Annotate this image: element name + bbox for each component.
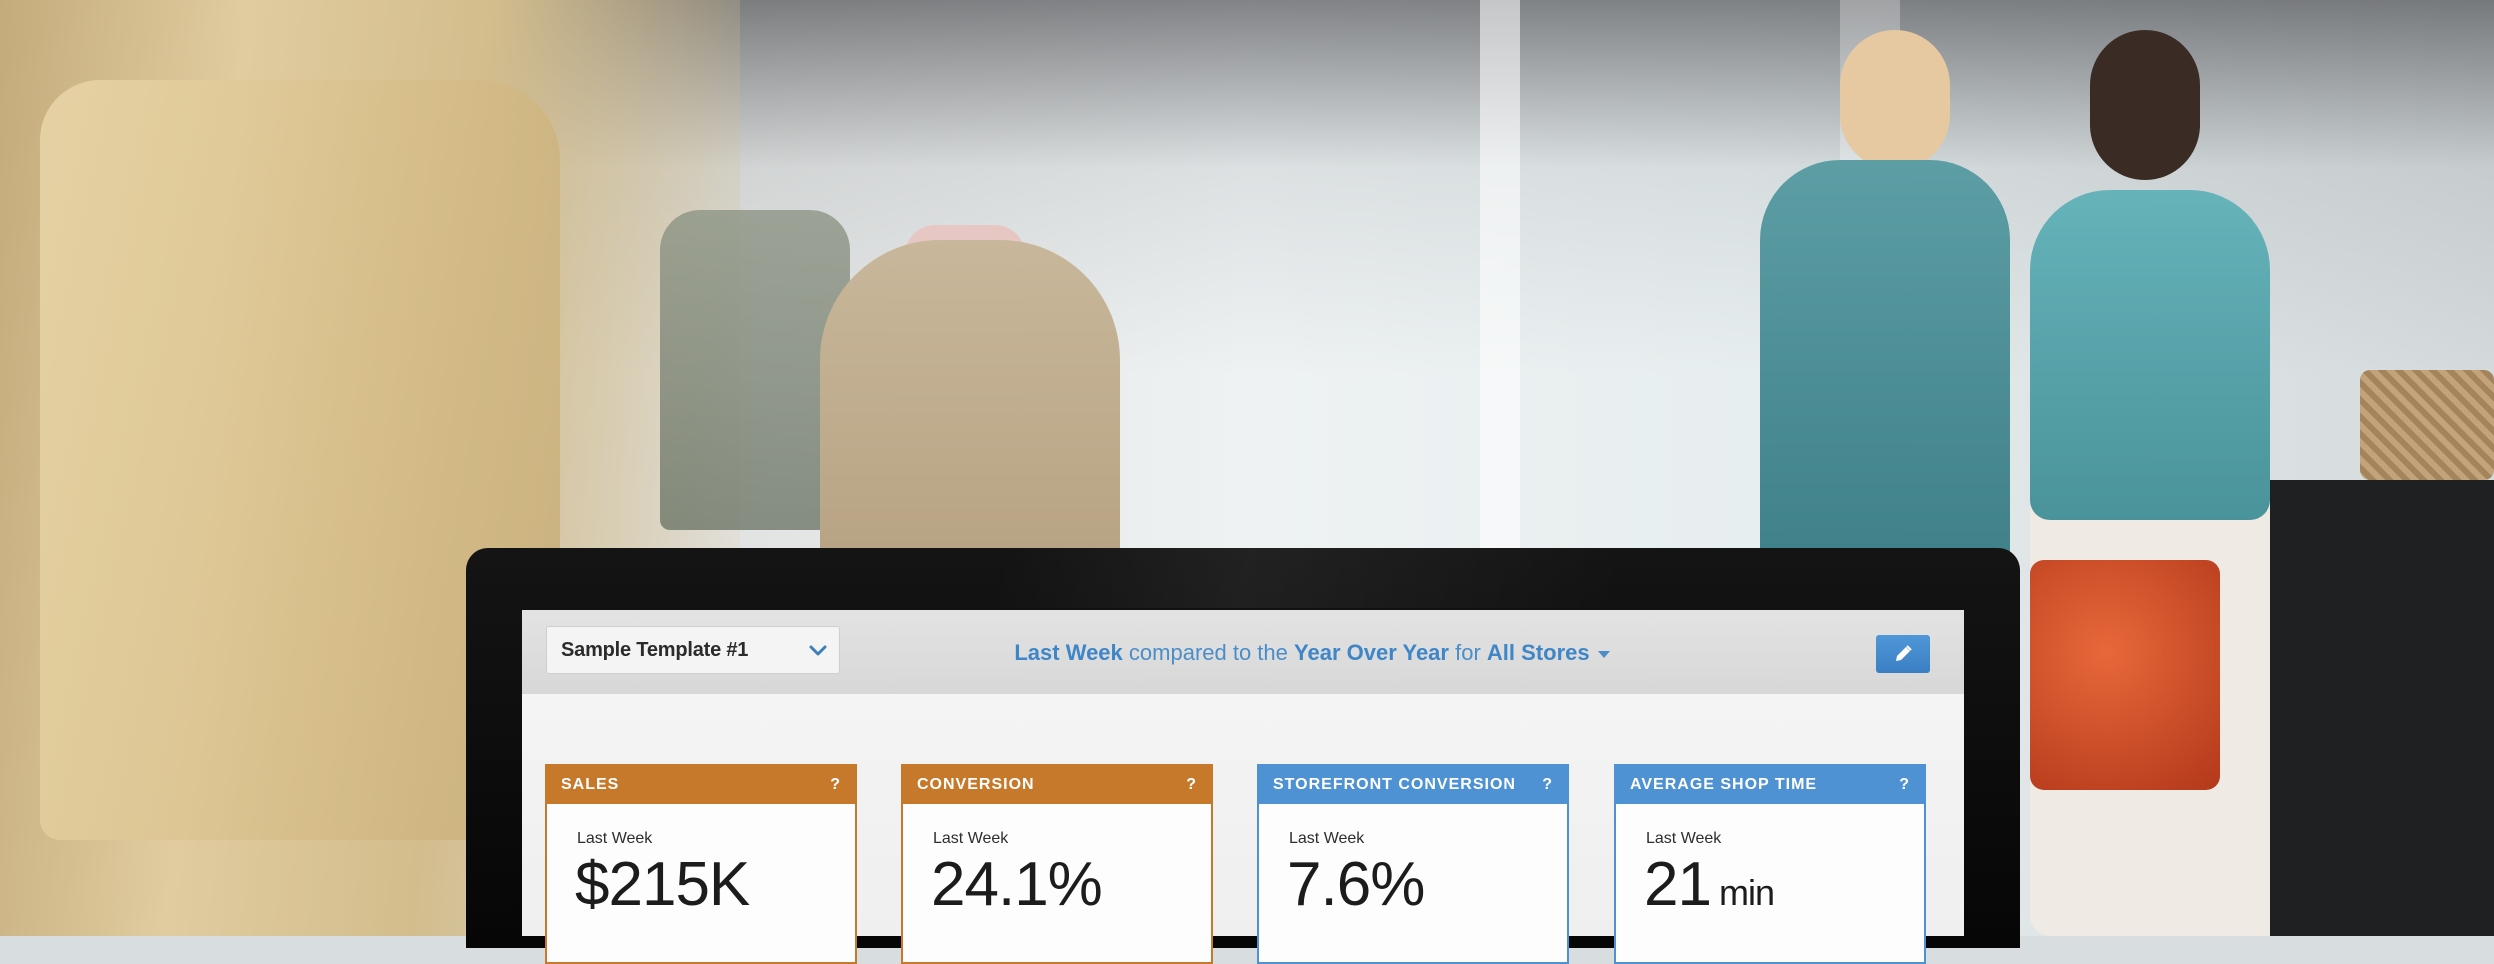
pencil-icon [1896, 645, 1912, 661]
period-text: for [1455, 640, 1481, 665]
period-text: compared to the [1128, 640, 1288, 665]
kpi-card-storefront-conversion[interactable]: STOREFRONT CONVERSION ? Last Week 7.6% [1257, 764, 1569, 964]
card-title: CONVERSION [917, 776, 1035, 793]
shopper-head [1840, 30, 1950, 170]
basket [2360, 370, 2494, 480]
card-title: AVERAGE SHOP TIME [1630, 776, 1818, 793]
shopping-bag [2030, 560, 2220, 790]
kpi-card-average-shop-time[interactable]: AVERAGE SHOP TIME ? Last Week 21 min [1614, 764, 1926, 964]
kpi-card-conversion[interactable]: CONVERSION ? Last Week 24.1% [901, 764, 1213, 964]
card-period: Last Week [577, 830, 653, 847]
card-value: 21 min [1644, 850, 1775, 919]
template-select-label: Sample Template #1 [561, 638, 749, 661]
template-select[interactable]: Sample Template #1 [546, 626, 840, 674]
dashboard-toolbar: Sample Template #1 Last Week compared to… [522, 610, 1964, 695]
kpi-card-sales[interactable]: SALES ? Last Week $215K [545, 764, 857, 964]
edit-button[interactable] [1876, 635, 1930, 673]
bezel-reflection [1000, 548, 1620, 608]
help-icon[interactable]: ? [1186, 776, 1197, 794]
card-value: 7.6% [1287, 850, 1425, 919]
mannequin [820, 240, 1120, 600]
shopper [1760, 160, 2010, 580]
help-icon[interactable]: ? [1899, 776, 1910, 794]
comparison-type[interactable]: Year Over Year [1294, 640, 1449, 665]
store-scope[interactable]: All Stores [1487, 640, 1590, 665]
help-icon[interactable]: ? [830, 776, 841, 794]
card-title: STOREFRONT CONVERSION [1273, 776, 1516, 793]
period-comparison-selector[interactable]: Last Week compared to the Year Over Year… [972, 640, 1652, 666]
period-range[interactable]: Last Week [1014, 640, 1122, 665]
card-value: 24.1% [931, 850, 1103, 919]
chevron-down-icon [807, 639, 829, 661]
caret-down-icon[interactable] [1597, 650, 1610, 658]
card-title: SALES [561, 776, 620, 793]
help-icon[interactable]: ? [1542, 776, 1553, 794]
card-period: Last Week [1289, 830, 1365, 847]
shopper-head [2090, 30, 2200, 180]
card-period: Last Week [933, 830, 1009, 847]
shopper [2030, 190, 2270, 520]
store-counter [2270, 480, 2494, 936]
card-value: $215K [575, 850, 750, 919]
card-period: Last Week [1646, 830, 1722, 847]
